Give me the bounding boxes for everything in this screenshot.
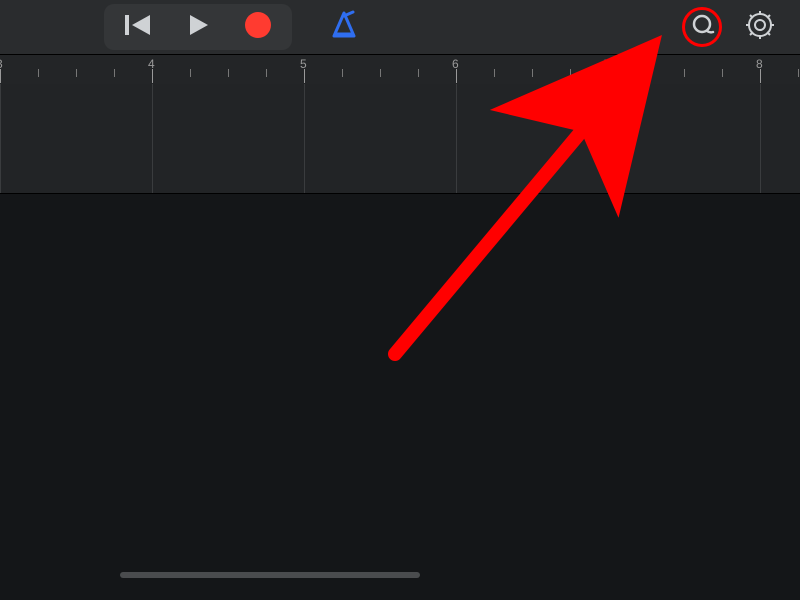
arrangement-area[interactable] [0,194,800,600]
ruler-tick-minor [38,69,39,77]
settings-gear-icon [745,10,775,45]
record-icon [244,11,272,44]
loop-icon [689,12,715,43]
ruler-tick-minor [114,69,115,77]
ruler-tick-minor [380,69,381,77]
timeline-ruler[interactable]: 345678 [0,54,800,84]
ruler-tick-major [0,69,1,83]
ruler-tick-minor [418,69,419,77]
ruler-tick-minor [228,69,229,77]
rewind-button[interactable] [110,8,166,46]
ruler-tick-major [152,69,153,83]
loop-button[interactable] [682,7,722,47]
ruler-tick-minor [570,69,571,77]
play-icon [186,13,210,42]
ruler-tick-major [456,69,457,83]
track-gridline [760,84,761,193]
record-button[interactable] [230,8,286,46]
ruler-tick-minor [494,69,495,77]
ruler-tick-minor [646,69,647,77]
ruler-tick-minor [798,69,799,77]
ruler-tick-major [304,69,305,83]
ruler-tick-minor [342,69,343,77]
ruler-tick-minor [684,69,685,77]
rewind-to-start-icon [124,14,152,41]
ruler-tick-major [608,69,609,83]
ruler-tick-minor [266,69,267,77]
ruler-tick-minor [532,69,533,77]
track-gridline [304,84,305,193]
metronome-button[interactable] [316,8,372,46]
settings-button[interactable] [740,7,780,47]
transport-controls [104,4,292,50]
ruler-tick-minor [722,69,723,77]
metronome-icon [329,10,359,45]
track-gridline [0,84,1,193]
track-lane[interactable] [0,84,800,194]
toolbar-right-group [682,7,786,47]
top-toolbar [0,0,800,54]
play-button[interactable] [170,8,226,46]
ruler-tick-minor [76,69,77,77]
track-gridline [456,84,457,193]
track-gridline [152,84,153,193]
ruler-tick-major [760,69,761,83]
ruler-tick-minor [190,69,191,77]
track-gridline [608,84,609,193]
horizontal-scrollbar[interactable] [120,572,420,578]
